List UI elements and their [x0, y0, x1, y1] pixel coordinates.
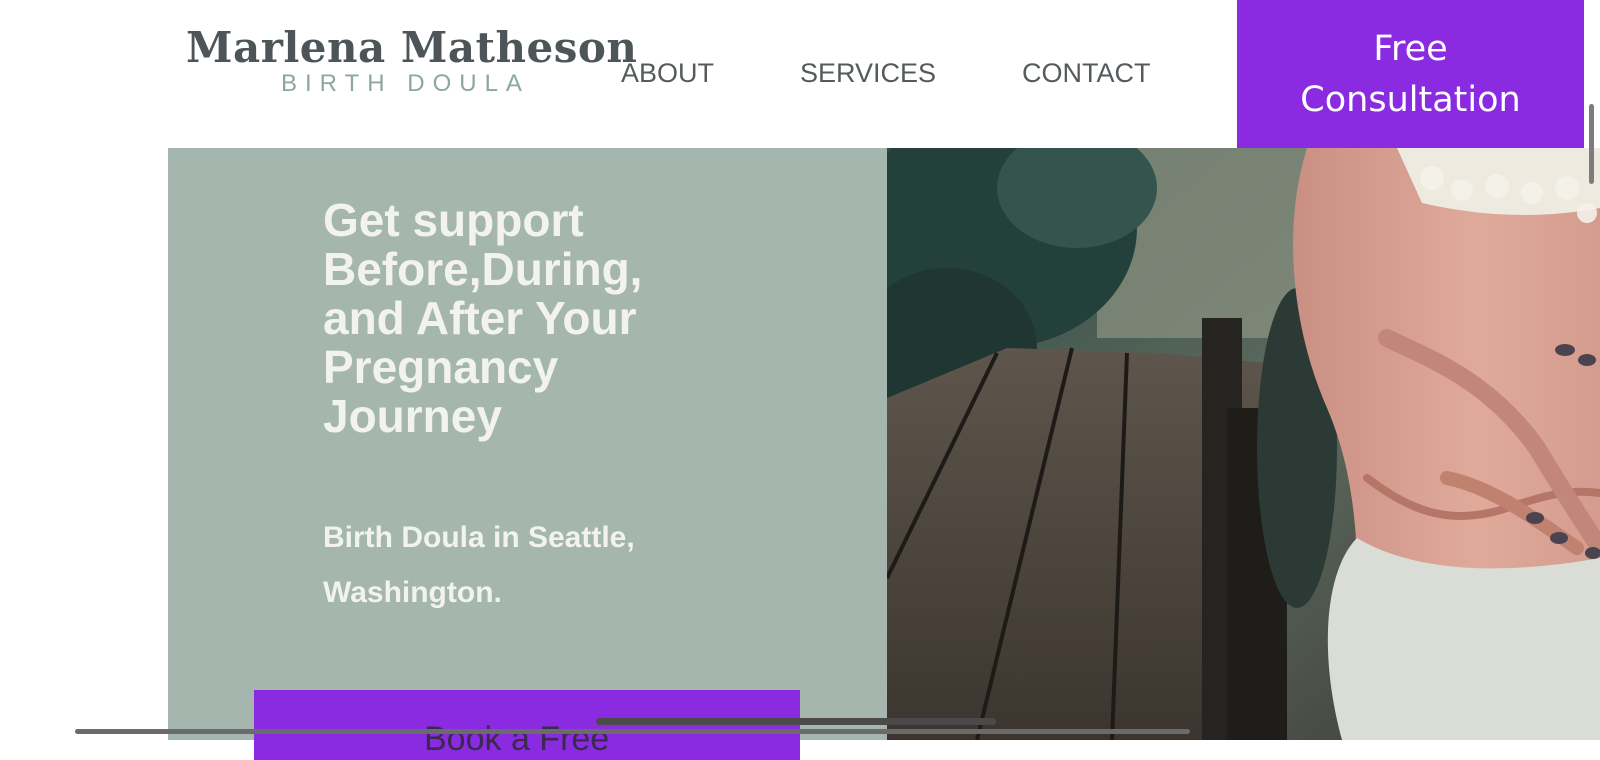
- hero-panel: Get support Before,During, and After You…: [168, 148, 887, 760]
- pregnancy-photo: [887, 148, 1600, 740]
- vertical-scrollbar[interactable]: [1589, 104, 1594, 184]
- brand-subtitle: BIRTH DOULA: [281, 70, 530, 97]
- free-consultation-label: Free Consultation: [1300, 29, 1521, 120]
- brand-logo[interactable]: Marlena Matheson BIRTH DOULA: [186, 22, 638, 98]
- brand-name: Marlena Matheson: [186, 23, 638, 72]
- hero-image: [887, 148, 1600, 740]
- nav-item-contact[interactable]: CONTACT: [1022, 55, 1151, 91]
- nav-item-services[interactable]: SERVICES: [800, 55, 936, 91]
- hero-title: Get support Before,During, and After You…: [323, 194, 643, 442]
- free-consultation-button[interactable]: Free Consultation: [1237, 0, 1584, 150]
- book-free-button[interactable]: Book a Free: [254, 690, 800, 760]
- site-header: Marlena Matheson BIRTH DOULA ABOUT SERVI…: [0, 0, 1600, 150]
- horizontal-scrollbar-thumb[interactable]: [596, 718, 996, 725]
- horizontal-scrollbar[interactable]: [75, 729, 1190, 734]
- nav-item-about[interactable]: ABOUT: [621, 55, 714, 91]
- hero-subtitle: Birth Doula in Seattle, Washington.: [323, 521, 635, 609]
